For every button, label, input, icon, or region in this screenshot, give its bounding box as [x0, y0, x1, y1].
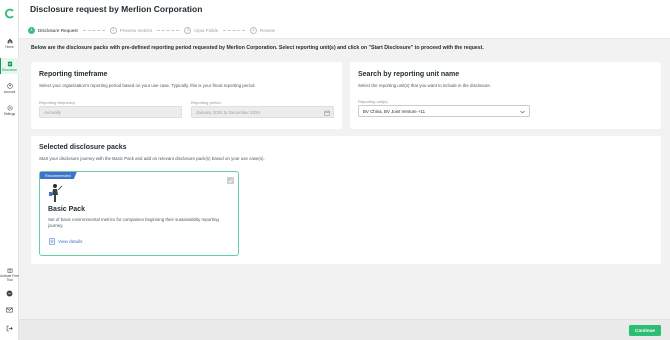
step-review: 4 Review	[250, 26, 276, 34]
reporting-units-select[interactable]: BV China, BV Joint Venture +11	[358, 105, 530, 117]
logout-button[interactable]	[0, 325, 19, 333]
account-icon	[6, 83, 13, 89]
pack-name: Basic Pack	[48, 206, 85, 213]
card-description: Select the reporting unit(s) that you wa…	[358, 83, 492, 88]
step-number: 2	[109, 26, 117, 34]
step-preview-metrics: 2 Preview metrics	[109, 26, 153, 34]
step-number: 3	[184, 26, 192, 34]
period-value: January 2024 to December 2024	[196, 109, 260, 115]
step-number: 4	[250, 26, 258, 34]
footer: Continue	[19, 319, 670, 340]
mail-icon	[6, 307, 13, 313]
sidebar-item-label: Home	[5, 45, 14, 49]
pack-checkbox[interactable]	[227, 177, 234, 184]
chevron-down-icon	[520, 110, 525, 113]
sidebar-item-free-trial[interactable]: Activate Free Trial	[0, 267, 19, 282]
document-icon	[49, 238, 55, 245]
step-label: Review	[260, 27, 276, 33]
period-field: January 2024 to December 2024	[191, 106, 334, 118]
card-title: Reporting timeframe	[39, 71, 108, 78]
step-label: Disclosure Request	[38, 27, 78, 33]
pack-card-basic[interactable]: Recommended Basic Pack Set of basic envi…	[39, 171, 239, 256]
step-label: Input Fields	[194, 27, 219, 33]
sidebar-item-label: Disclosure	[2, 68, 17, 72]
step-input-fields: 3 Input Fields	[184, 26, 219, 34]
view-details-label: View details	[58, 239, 83, 244]
pack-description: Set of basic environmental metrics for c…	[48, 217, 219, 229]
sidebar-item-disclosure[interactable]: Disclosure	[0, 58, 19, 74]
sidebar-item-home[interactable]: Home	[0, 38, 19, 49]
home-icon	[7, 38, 12, 44]
sidebar: Home Disclosure Account Settings Activat…	[0, 0, 19, 340]
sidebar-item-account[interactable]: Account	[0, 83, 19, 94]
step-divider	[82, 29, 105, 31]
calendar-icon	[324, 110, 330, 116]
settings-icon	[6, 105, 13, 111]
reporting-units-value: BV China, BV Joint Venture +11	[363, 108, 426, 114]
gift-icon	[7, 268, 12, 273]
logout-icon	[6, 325, 13, 332]
sidebar-item-label: Activate Free Trial	[0, 274, 19, 282]
sidebar-item-settings[interactable]: Settings	[0, 105, 19, 116]
frequency-value: Annually	[44, 109, 61, 115]
card-description: Start your disclosure journey with the B…	[39, 156, 265, 161]
frequency-label: Reporting frequency	[39, 100, 76, 105]
sidebar-item-label: Account	[3, 90, 16, 94]
header: Disclosure request by Merlion Corporatio…	[19, 0, 670, 39]
stepper: 1 Disclosure Request 2 Preview metrics 3…	[28, 25, 275, 35]
reporting-timeframe-card: Reporting timeframe Select your organisa…	[31, 62, 342, 129]
step-label: Preview metrics	[119, 27, 153, 33]
mail-button[interactable]	[0, 307, 19, 314]
period-label: Reporting period	[191, 100, 221, 105]
card-title: Selected disclosure packs	[39, 144, 127, 151]
step-number: 1	[28, 26, 35, 34]
disclosure-icon	[7, 61, 12, 67]
reporting-unit-card: Search by reporting unit name Select the…	[350, 62, 661, 129]
intro-text: Below are the disclosure packs with pre-…	[31, 45, 484, 51]
recommended-badge: Recommended	[40, 172, 77, 179]
person-illustration-icon	[49, 184, 63, 202]
reporting-units-label: Reporting unit(s)	[358, 99, 388, 104]
page-title: Disclosure request by Merlion Corporatio…	[30, 4, 203, 14]
card-description: Select your organisation's reporting per…	[39, 83, 256, 88]
card-title: Search by reporting unit name	[358, 71, 460, 78]
view-details-link[interactable]: View details	[49, 238, 82, 245]
frequency-field: Annually	[39, 106, 182, 118]
step-disclosure-request: 1 Disclosure Request	[28, 26, 78, 34]
chat-icon	[6, 290, 13, 297]
sidebar-item-label: Settings	[3, 112, 16, 116]
step-divider	[223, 29, 246, 31]
check-icon	[228, 178, 233, 183]
chat-button[interactable]	[0, 290, 19, 298]
logo-icon	[4, 8, 14, 19]
continue-button[interactable]: Continue	[629, 325, 661, 336]
step-divider	[157, 29, 180, 31]
